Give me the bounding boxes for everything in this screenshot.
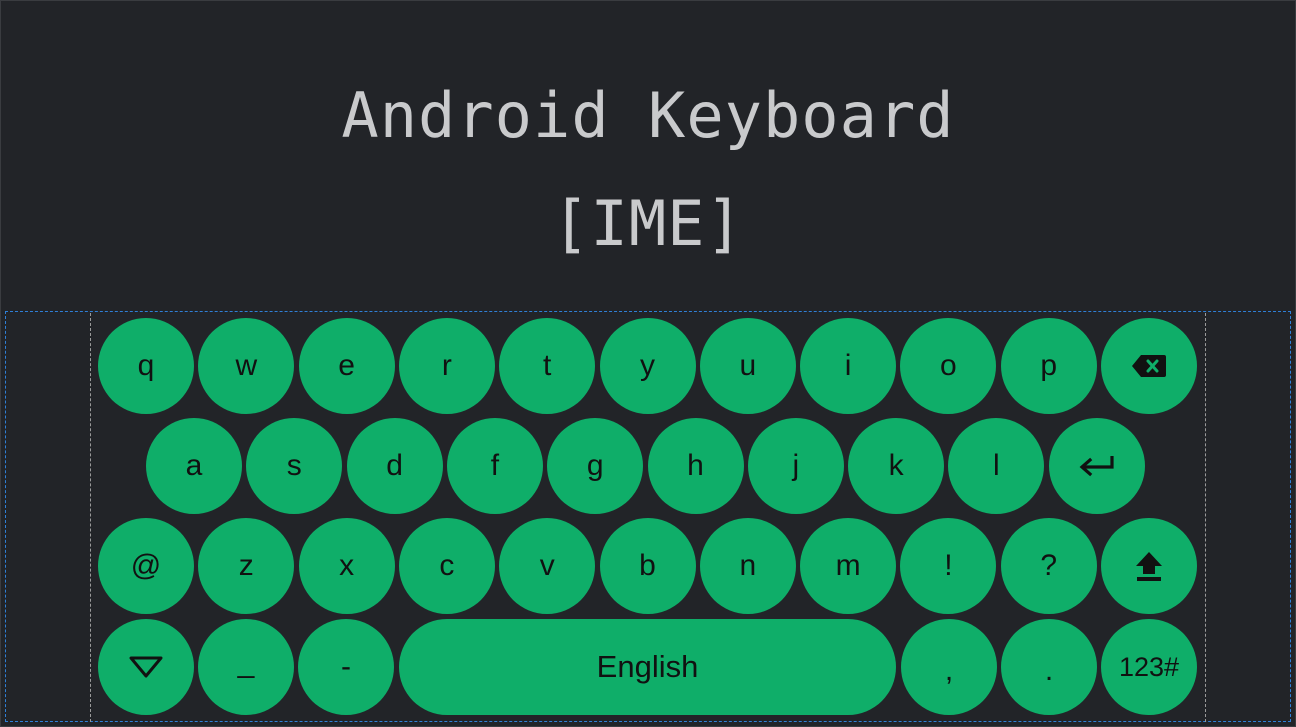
key-label: d [386, 449, 403, 482]
key-label: k [888, 449, 904, 482]
key-label: x [339, 549, 355, 582]
key-label: r [441, 349, 452, 382]
key-label: 123# [1118, 651, 1180, 682]
key-label: n [739, 549, 757, 582]
key-q[interactable]: q [98, 318, 194, 414]
key-label: l [993, 449, 1000, 482]
enter-key[interactable] [1048, 418, 1145, 514]
key-label: t [543, 349, 552, 382]
key-y[interactable]: y [599, 318, 696, 414]
key-label: s [286, 449, 302, 482]
key-z[interactable]: z [198, 518, 295, 614]
key-x[interactable]: x [298, 518, 395, 614]
key-label: ? [1040, 549, 1058, 582]
key-underscore[interactable]: _ [198, 619, 294, 715]
key-label: _ [237, 646, 255, 679]
key-label: . [1044, 654, 1054, 687]
key-e[interactable]: e [298, 318, 395, 414]
key-t[interactable]: t [499, 318, 596, 414]
key-l[interactable]: l [948, 418, 1045, 514]
key-label: a [185, 449, 203, 482]
key-v[interactable]: v [499, 518, 596, 614]
key-hyphen[interactable]: - [298, 619, 394, 715]
key-i[interactable]: i [800, 318, 897, 414]
key-question[interactable]: ? [1000, 518, 1097, 614]
key-p[interactable]: p [1000, 318, 1097, 414]
enter-icon [1078, 453, 1116, 479]
key-label: y [640, 349, 655, 382]
key-h[interactable]: h [647, 418, 744, 514]
key-label: q [137, 349, 155, 382]
key-label: g [586, 449, 604, 482]
key-f[interactable]: f [446, 418, 543, 514]
key-exclamation[interactable]: ! [900, 518, 997, 614]
keyboard: q w e r t y u i o p a s d f g h j k l @ z x c v b n m!? _ - English,.… [0, 0, 1296, 727]
key-n[interactable]: n [699, 518, 796, 614]
key-label: - [341, 650, 351, 683]
key-label: m [835, 549, 861, 582]
key-label: u [739, 349, 757, 382]
backspace-key[interactable] [1101, 318, 1197, 414]
key-o[interactable]: o [900, 318, 997, 414]
key-label: v [539, 549, 555, 582]
key-j[interactable]: j [747, 418, 844, 514]
backspace-icon [1131, 353, 1167, 379]
key-g[interactable]: g [547, 418, 644, 514]
space-key[interactable]: English [399, 619, 896, 715]
key-b[interactable]: b [599, 518, 696, 614]
key-label: f [490, 449, 500, 482]
key-d[interactable]: d [346, 418, 443, 514]
hide-keyboard-key[interactable] [98, 619, 194, 715]
key-label: c [439, 549, 455, 582]
key-label: i [844, 349, 852, 382]
key-comma[interactable]: , [901, 619, 997, 715]
key-s[interactable]: s [246, 418, 343, 514]
key-label: ! [944, 549, 953, 582]
chevron-down-icon [128, 655, 164, 679]
symbols-key[interactable]: 123# [1101, 619, 1197, 715]
key-label: w [235, 349, 258, 382]
key-label: h [687, 449, 704, 482]
key-label: English [596, 649, 699, 684]
key-label: b [639, 549, 656, 582]
key-k[interactable]: k [848, 418, 945, 514]
key-r[interactable]: r [398, 318, 495, 414]
key-label: z [238, 549, 254, 582]
key-u[interactable]: u [699, 318, 796, 414]
key-period[interactable]: . [1001, 619, 1097, 715]
key-w[interactable]: w [198, 318, 295, 414]
key-label: p [1040, 349, 1058, 382]
key-a[interactable]: a [146, 418, 242, 514]
key-c[interactable]: c [398, 518, 495, 614]
key-label: e [338, 349, 355, 382]
key-label: o [940, 349, 957, 382]
key-at[interactable]: @ [98, 518, 194, 614]
key-label: , [944, 654, 954, 687]
shift-icon [1134, 550, 1164, 582]
shift-key[interactable] [1101, 518, 1197, 614]
key-label: j [792, 449, 800, 482]
key-m[interactable]: m [800, 518, 897, 614]
key-label: @ [130, 549, 162, 582]
